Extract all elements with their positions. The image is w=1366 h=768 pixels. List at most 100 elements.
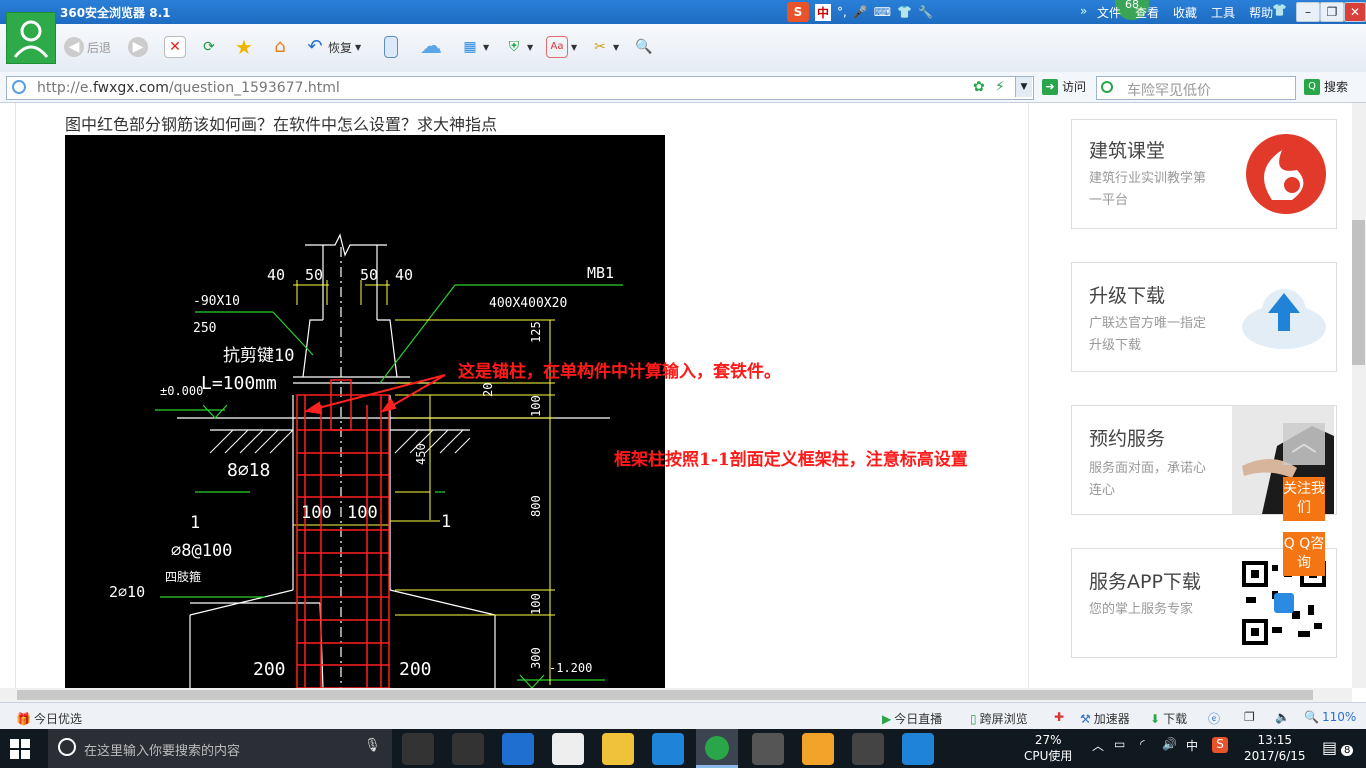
- url-dropdown-icon[interactable]: ▼: [1015, 77, 1032, 97]
- dim-800: 800: [529, 495, 543, 517]
- security-button[interactable]: ⛨ ▼: [504, 35, 533, 59]
- glodon-app[interactable]: [652, 733, 684, 765]
- ie-mode-icon[interactable]: [12, 80, 26, 94]
- search-button[interactable]: Q 搜索: [1304, 78, 1348, 95]
- wrench-icon[interactable]: 🔧: [918, 5, 933, 19]
- menu-tools[interactable]: 工具: [1211, 4, 1235, 21]
- shear-length: L=100mm: [201, 373, 277, 394]
- tray-ime[interactable]: 中: [1186, 737, 1198, 754]
- url-prefix: http://e.: [37, 80, 93, 96]
- maximize-button[interactable]: ❐: [1320, 2, 1344, 22]
- compat-mode-icon[interactable]: ✿: [973, 79, 985, 95]
- sogou-tray-icon[interactable]: S: [1212, 737, 1228, 753]
- left-divider: [15, 103, 16, 688]
- scroll-top-button[interactable]: ︿: [1283, 423, 1325, 465]
- taskbar-search[interactable]: 在这里输入你要搜索的内容 🎙: [48, 729, 392, 768]
- home-icon: ⌂: [274, 36, 286, 57]
- gtj-app[interactable]: [752, 733, 784, 765]
- today-picks-label: 今日优选: [33, 712, 82, 726]
- follow-us-button[interactable]: 关注我们: [1283, 477, 1325, 521]
- url-input[interactable]: http://e.fwxgx.com/question_1593677.html…: [6, 76, 1034, 100]
- horizontal-scroll-thumb[interactable]: [17, 690, 1313, 700]
- mic-icon[interactable]: 🎤: [853, 5, 868, 19]
- card-upgrade-download[interactable]: 升级下载 广联达官方唯一指定升级下载: [1071, 262, 1337, 372]
- speed-mode-icon[interactable]: ⚡: [995, 79, 1005, 95]
- refresh-button[interactable]: ⟳: [199, 35, 219, 59]
- stop-button[interactable]: ✕: [164, 35, 186, 59]
- ime-mode[interactable]: 中: [815, 3, 832, 21]
- card-building-class[interactable]: 建筑课堂 建筑行业实训教学第一平台: [1071, 119, 1337, 229]
- qq-consult-button[interactable]: Q Q咨询: [1283, 532, 1325, 576]
- accelerator[interactable]: ⚒ 加速器: [1080, 710, 1130, 727]
- ie-icon[interactable]: ⓔ: [1208, 710, 1220, 727]
- cad-drawing-image[interactable]: 40 50 50 40 MB1 400X400X20 -90X10 250 抗剪…: [65, 135, 665, 688]
- apps-button[interactable]: ▦ ▼: [460, 35, 489, 59]
- back-button[interactable]: ◀ 后退: [64, 35, 111, 59]
- cpu-label: CPU使用: [1024, 749, 1073, 763]
- action-center-button[interactable]: ▤ 8: [1322, 738, 1354, 757]
- mobile-button[interactable]: [384, 35, 398, 59]
- zoom-level[interactable]: 🔍 110%: [1304, 710, 1356, 724]
- back-label: 后退: [87, 40, 112, 55]
- search-input[interactable]: 车险罕见低价: [1096, 76, 1296, 100]
- shirt-icon[interactable]: 👕: [897, 5, 912, 19]
- card-subtitle: 建筑行业实训教学第一平台: [1089, 171, 1207, 208]
- volume-icon[interactable]: 🔊: [1162, 737, 1177, 751]
- minimize-button[interactable]: –: [1296, 2, 1320, 22]
- start-button[interactable]: [10, 739, 30, 759]
- menu-view[interactable]: 查看: [1135, 4, 1159, 21]
- forward-button[interactable]: ▶: [128, 35, 148, 59]
- status-bar: 🎁 今日优选 ▶ 今日直播 ▯ 跨屏浏览 ✚ ⚒ 加速器 ⬇ 下载 ⓔ ❐ 🔈 …: [0, 702, 1366, 730]
- translate-button[interactable]: Aa ▼: [546, 35, 577, 59]
- search-engine-icon[interactable]: [1101, 81, 1113, 93]
- tray-expand-icon[interactable]: ︿: [1092, 737, 1104, 754]
- store-app[interactable]: [552, 733, 584, 765]
- vertical-scrollbar[interactable]: [1352, 103, 1366, 688]
- help-app[interactable]: [852, 733, 884, 765]
- battery-icon[interactable]: ▭: [1114, 737, 1125, 751]
- keyboard-icon[interactable]: ⌨: [874, 5, 891, 19]
- windows-icon[interactable]: ❐: [1244, 710, 1255, 724]
- user-avatar[interactable]: [6, 12, 56, 64]
- vertical-scroll-thumb[interactable]: [1352, 220, 1365, 365]
- browser-360-app[interactable]: [696, 729, 738, 768]
- edge-app[interactable]: [502, 733, 534, 765]
- download[interactable]: ⬇ 下载: [1150, 710, 1187, 727]
- refresh-icon: ⟳: [203, 39, 215, 55]
- width-left-100: 100: [301, 503, 332, 523]
- menu-file[interactable]: 文件: [1097, 4, 1121, 21]
- screenshot-button[interactable]: ✂ ▼: [590, 35, 619, 59]
- cortana-app[interactable]: [452, 733, 484, 765]
- favorite-button[interactable]: ★: [234, 35, 254, 59]
- qq-app[interactable]: [902, 733, 934, 765]
- menu-favorites[interactable]: 收藏: [1173, 4, 1197, 21]
- restore-button[interactable]: ↶ 恢复 ▼: [305, 35, 361, 59]
- microphone-icon[interactable]: 🎙: [364, 738, 381, 753]
- home-button[interactable]: ⌂: [270, 35, 290, 59]
- right-divider: [1028, 103, 1029, 688]
- go-button[interactable]: ➜ 访问: [1042, 78, 1086, 95]
- speaker-icon[interactable]: 🔈: [1275, 710, 1290, 724]
- cross-screen[interactable]: ▯ 跨屏浏览: [970, 710, 1028, 727]
- base-left-200: 200: [253, 659, 286, 680]
- ime-toolbar[interactable]: S 中 °, 🎤 ⌨ 👕 🔧: [787, 2, 933, 22]
- close-button[interactable]: ✕: [1344, 2, 1366, 22]
- today-picks[interactable]: 🎁 今日优选: [16, 710, 82, 727]
- cad-drawing: 40 50 50 40 MB1 400X400X20 -90X10 250 抗剪…: [109, 233, 623, 688]
- clock-date: 2017/6/15: [1244, 749, 1306, 763]
- explorer-app[interactable]: [602, 733, 634, 765]
- wifi-icon[interactable]: ◜: [1140, 737, 1145, 751]
- chevron-down-icon: ▼: [483, 42, 490, 52]
- menu-help[interactable]: 帮助: [1249, 4, 1273, 21]
- more-chevron-icon[interactable]: »: [1080, 4, 1087, 18]
- punct-icon[interactable]: °,: [837, 5, 847, 19]
- cpu-meter[interactable]: 27% CPU使用: [1024, 732, 1072, 764]
- clock[interactable]: 13:15 2017/6/15: [1244, 732, 1306, 764]
- zoom-button[interactable]: 🔍: [634, 35, 654, 59]
- skin-icon[interactable]: 👕: [1272, 3, 1287, 17]
- cloud-button[interactable]: ☁: [416, 35, 446, 59]
- plugin-icon[interactable]: ✚: [1054, 710, 1064, 724]
- task-view-app[interactable]: [402, 733, 434, 765]
- notes-app[interactable]: [802, 733, 834, 765]
- today-live[interactable]: ▶ 今日直播: [882, 710, 942, 727]
